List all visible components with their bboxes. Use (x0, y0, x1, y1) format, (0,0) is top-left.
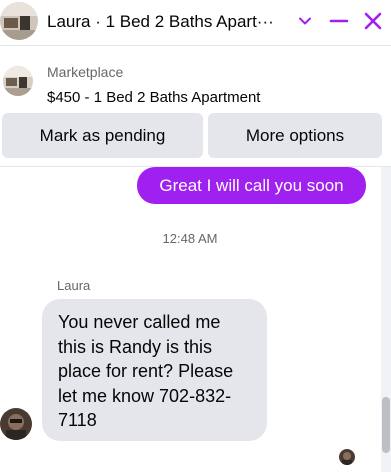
minimize-icon[interactable] (328, 10, 350, 32)
listing-title: $450 - 1 Bed 2 Baths Apartment (47, 89, 261, 106)
scrollbar-thumb[interactable] (382, 397, 390, 453)
sender-avatar[interactable] (0, 408, 32, 440)
more-options-button[interactable]: More options (208, 113, 382, 158)
outgoing-message[interactable]: Great I will call you soon (137, 167, 366, 204)
listing-thumbnail (3, 66, 33, 96)
marketplace-label: Marketplace (47, 64, 124, 80)
chevron-down-icon[interactable] (296, 12, 314, 30)
incoming-message[interactable]: You never called me this is Randy is thi… (42, 299, 267, 441)
mark-as-pending-button[interactable]: Mark as pending (2, 113, 203, 158)
listing-avatar[interactable] (0, 2, 38, 40)
marketplace-listing-card[interactable]: Marketplace $450 - 1 Bed 2 Baths Apartme… (0, 54, 391, 110)
chat-header: Laura · 1 Bed 2 Baths Apart··· (0, 0, 391, 46)
chat-title[interactable]: Laura · 1 Bed 2 Baths Apart··· (47, 12, 292, 32)
close-icon[interactable] (362, 10, 384, 32)
sender-name: Laura (57, 278, 91, 293)
seen-indicator-avatar (339, 449, 355, 465)
message-timestamp: 12:48 AM (162, 231, 218, 246)
